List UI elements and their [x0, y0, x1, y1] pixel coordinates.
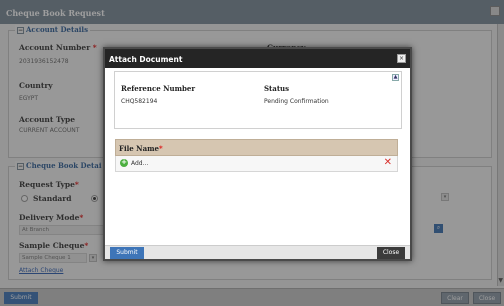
dialog-close-icon[interactable]: ×	[397, 54, 406, 63]
file-row: + Add... ✕	[115, 156, 398, 172]
remove-file-icon[interactable]: ✕	[384, 157, 392, 168]
status-value: Pending Confirmation	[264, 98, 329, 105]
add-file-link[interactable]: Add...	[131, 160, 148, 167]
dialog-close-button[interactable]: Close	[377, 247, 405, 259]
status-header: Status	[264, 84, 290, 93]
reference-number-header: Reference Number	[121, 84, 196, 93]
file-name-header: File Name*	[115, 139, 398, 156]
attach-document-dialog: Attach Document × ▲ Reference Number Sta…	[103, 47, 412, 261]
dialog-title: Attach Document	[105, 49, 410, 68]
reference-number-value: CHQ582194	[121, 98, 158, 105]
panel-scroll-up-icon[interactable]: ▲	[392, 74, 399, 81]
dialog-submit-button[interactable]: Submit	[110, 247, 144, 259]
reference-panel: ▲ Reference Number Status CHQ582194 Pend…	[114, 71, 402, 129]
add-icon[interactable]: +	[120, 159, 128, 167]
dialog-footer: Submit Close	[105, 245, 410, 259]
